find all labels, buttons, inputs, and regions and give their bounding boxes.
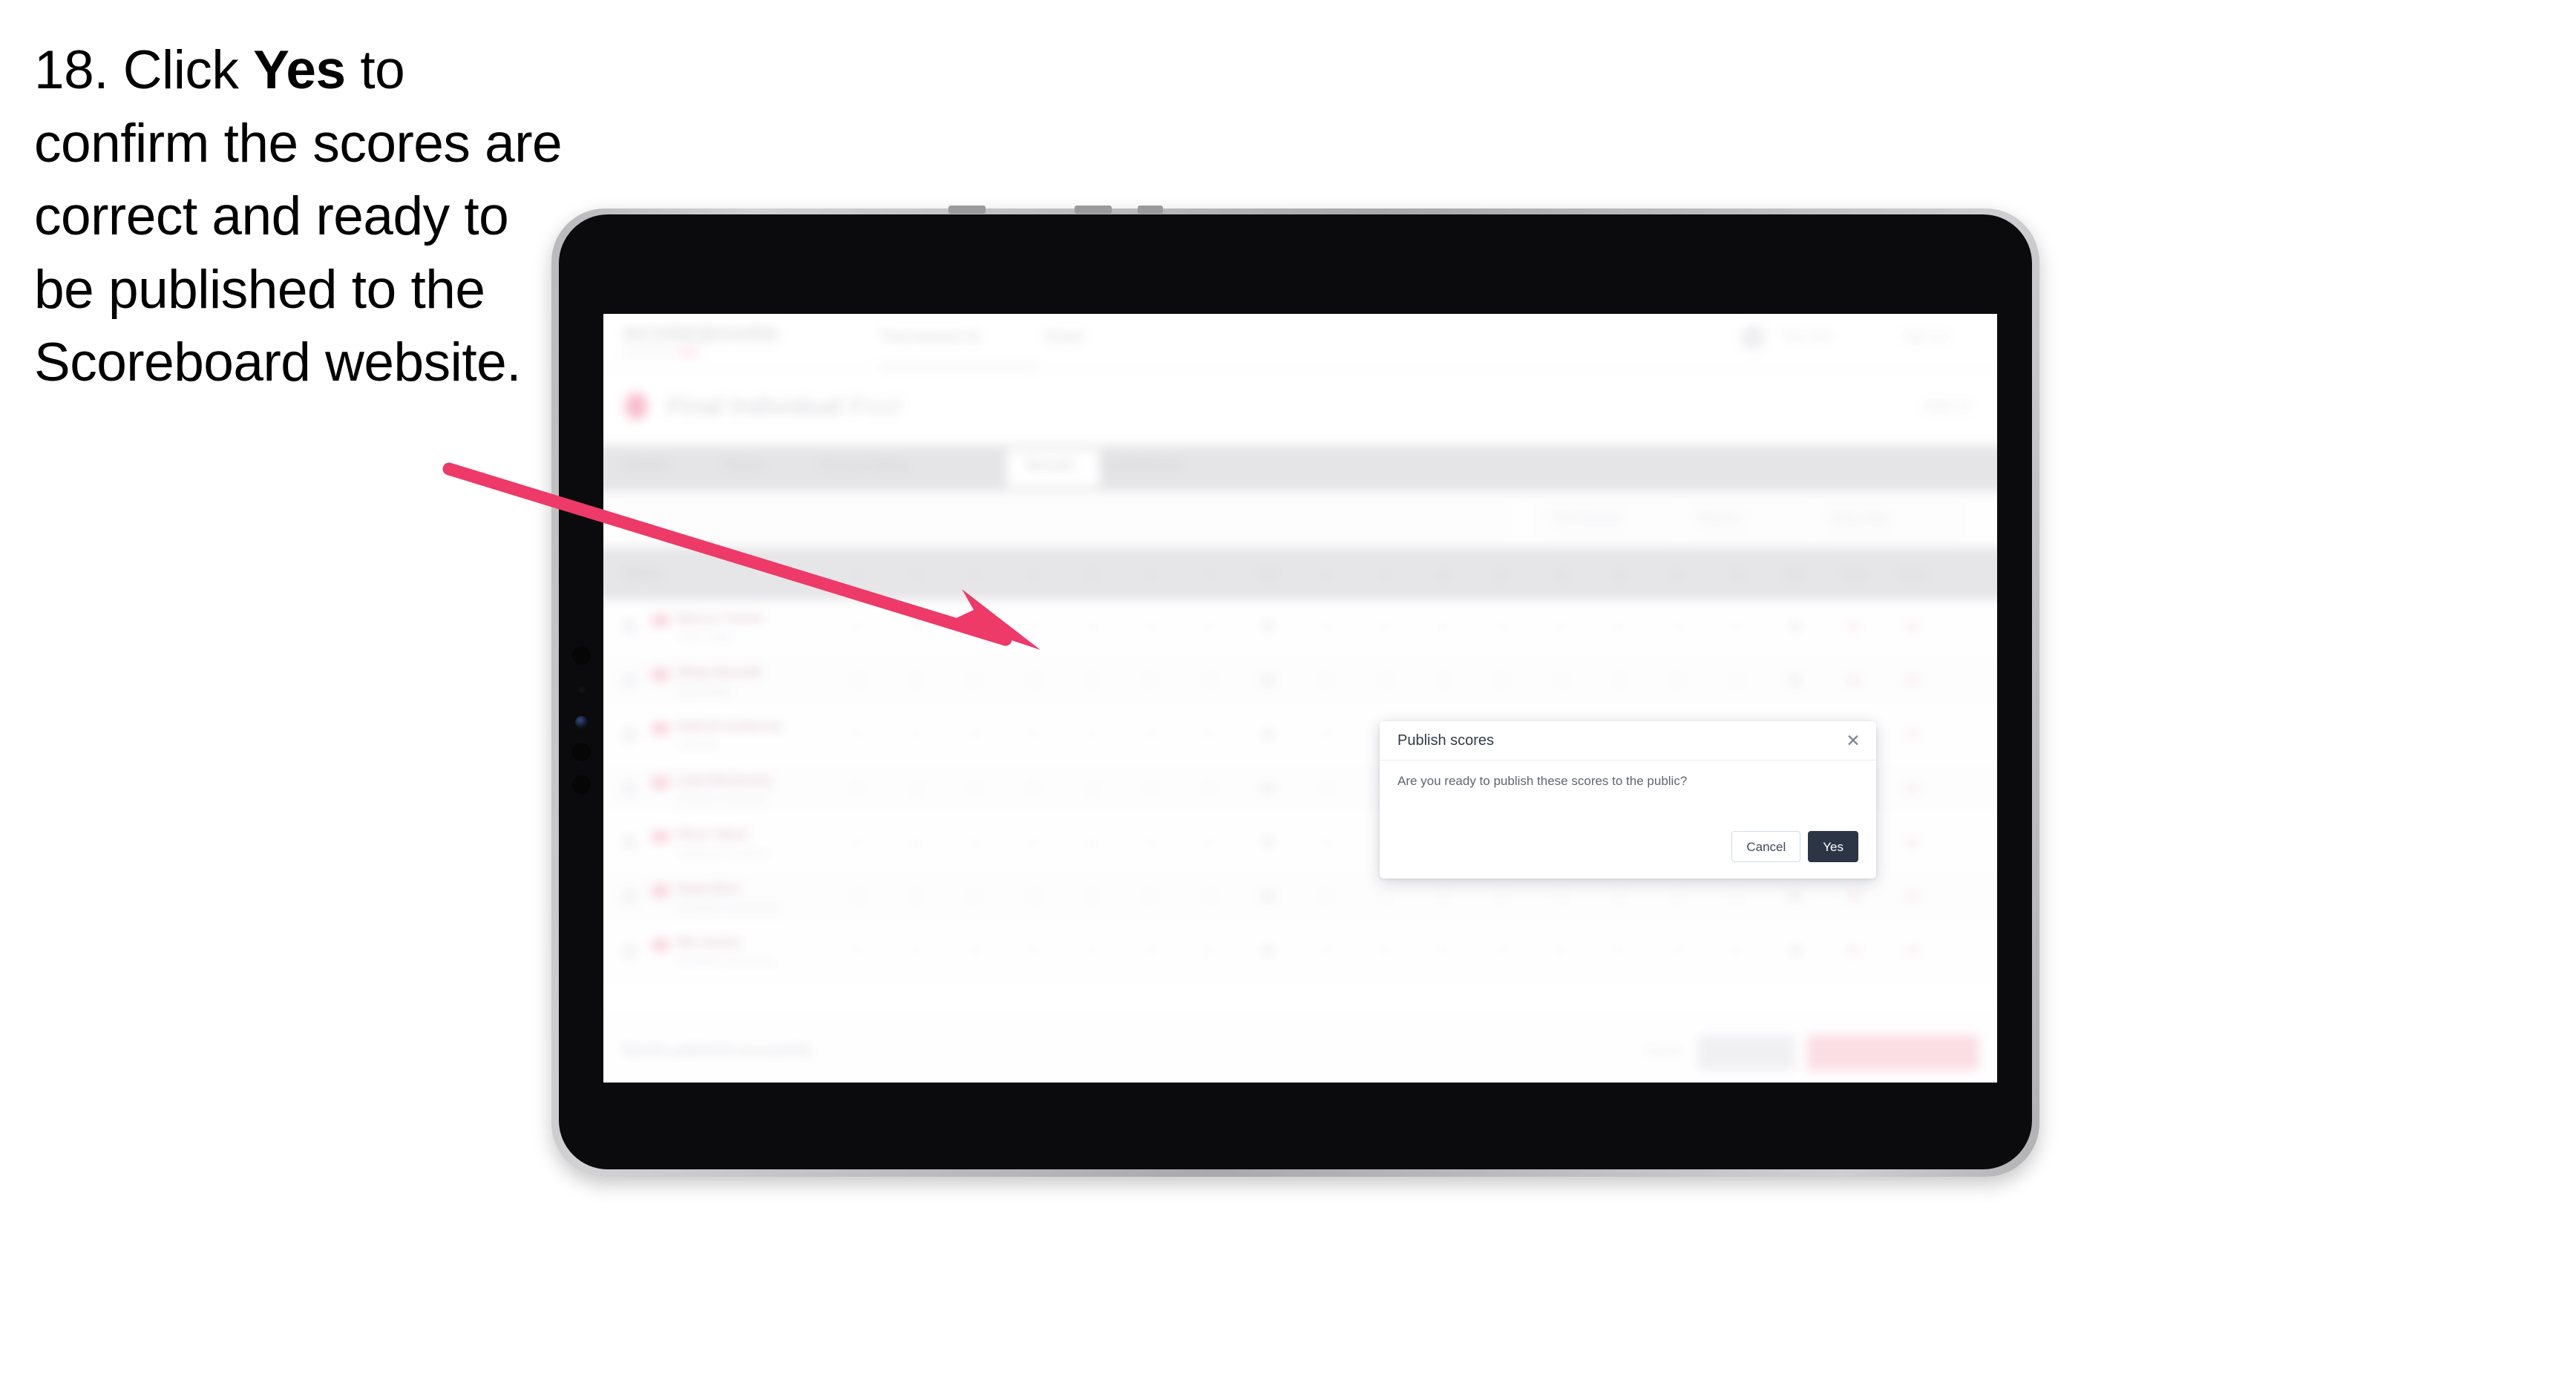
publish-scores-dialog: Publish scores ✕ Are you ready to publis… xyxy=(1380,721,1876,878)
instruction-text: 18. Click Yes to confirm the scores are … xyxy=(34,34,576,400)
tablet-top-button-3[interactable] xyxy=(1138,206,1163,214)
instruction-number: 18. xyxy=(34,40,108,100)
front-camera-icon xyxy=(575,716,588,729)
dialog-body: Are you ready to publish these scores to… xyxy=(1397,772,1858,790)
dialog-title: Publish scores xyxy=(1397,732,1495,749)
yes-button[interactable]: Yes xyxy=(1808,831,1858,862)
speaker-hole-icon xyxy=(572,646,591,665)
instruction-lead: Click xyxy=(108,40,254,100)
dialog-message: Are you ready to publish these scores to… xyxy=(1397,774,1688,788)
dialog-actions: Cancel Yes xyxy=(1731,831,1858,862)
dialog-header: Publish scores ✕ xyxy=(1380,721,1876,761)
close-icon[interactable]: ✕ xyxy=(1842,729,1864,752)
tablet-device: SCOREBOARD powered by GNG Tournament 01 … xyxy=(551,206,2039,1177)
instruction-emphasis: Yes xyxy=(253,40,346,100)
tablet-screen-glass: SCOREBOARD powered by GNG Tournament 01 … xyxy=(559,214,2032,1169)
tablet-top-button-2[interactable] xyxy=(1075,206,1112,214)
speaker-hole-icon-3 xyxy=(572,775,591,794)
tablet-top-button-1[interactable] xyxy=(948,206,986,214)
modal-scrim[interactable] xyxy=(603,314,1997,1083)
sensor-dot-icon xyxy=(579,687,585,693)
tablet-viewport: SCOREBOARD powered by GNG Tournament 01 … xyxy=(603,314,1997,1083)
cancel-button[interactable]: Cancel xyxy=(1731,831,1801,862)
speaker-hole-icon-2 xyxy=(572,743,591,761)
